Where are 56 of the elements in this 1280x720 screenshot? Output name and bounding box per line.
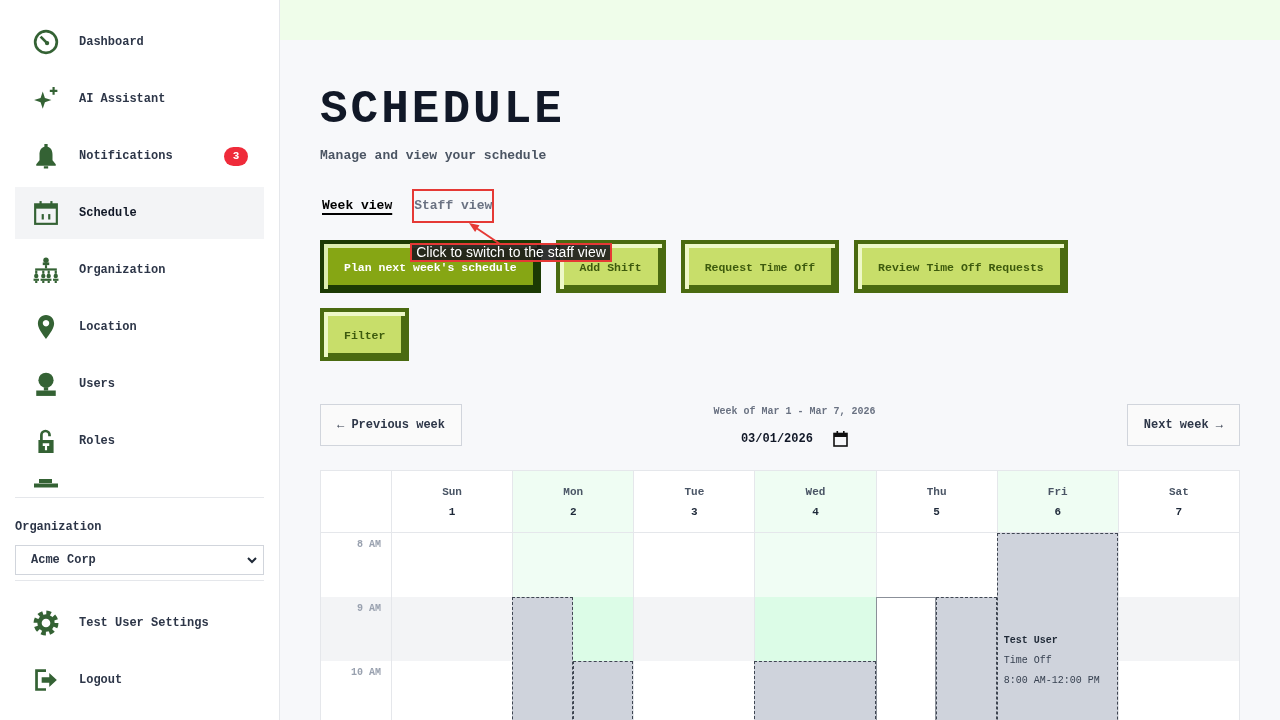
- nav-item[interactable]: Test User Settings: [15, 597, 264, 649]
- calendar-icon: [832, 431, 848, 447]
- logout-icon: [33, 667, 59, 693]
- chevron-down-icon: [247, 556, 257, 564]
- next-week-button[interactable]: Next week →: [1126, 404, 1240, 446]
- previous-week-button[interactable]: ← Previous week: [320, 404, 463, 446]
- day-date: 1: [448, 505, 456, 519]
- day-name: Wed: [805, 485, 826, 499]
- day-name: Sat: [1169, 485, 1189, 499]
- page-title: SCHEDULE: [320, 87, 565, 133]
- day-name: Mon: [563, 485, 584, 499]
- day-date: 6: [1054, 505, 1062, 519]
- view-tab[interactable]: Staff view: [412, 189, 495, 223]
- annotation-arrow: [468, 222, 502, 245]
- day-date: 3: [691, 505, 698, 519]
- event-time: 8:00 AM-12:00 PM: [1003, 674, 1100, 688]
- day-name: Thu: [926, 485, 947, 499]
- action-button[interactable]: Filter: [320, 308, 410, 361]
- nav-item[interactable]: Roles: [15, 415, 264, 467]
- view-tab[interactable]: Week view: [320, 189, 395, 223]
- field-label: Organization: [15, 519, 102, 535]
- week-range: Week of Mar 1 - Mar 7, 2026: [713, 405, 876, 419]
- briefcase-icon: [34, 479, 58, 488]
- org-chart-icon: [33, 257, 59, 283]
- event-type: Time Off: [1003, 654, 1052, 668]
- action-button[interactable]: Review Time Off Requests: [854, 240, 1068, 293]
- nav-item[interactable]: Dashboard: [15, 16, 264, 68]
- time-label: 10 AM: [351, 666, 381, 680]
- gauge-icon: [33, 29, 59, 55]
- date-field[interactable]: 03/01/2026: [740, 429, 848, 449]
- day-name: Tue: [684, 485, 705, 499]
- nav-item[interactable]: Users: [15, 358, 264, 410]
- day-date: 2: [569, 505, 577, 519]
- nav-item[interactable]: Notifications 3: [15, 130, 264, 182]
- calendar-icon: [33, 200, 59, 226]
- time-label: 9 AM: [357, 602, 381, 616]
- action-button[interactable]: Request Time Off: [680, 240, 840, 293]
- employee-name: Test User: [1003, 634, 1058, 648]
- day-name: Fri: [1047, 485, 1068, 499]
- nav-item[interactable]: Logout: [15, 654, 264, 706]
- notification-badge: 3: [224, 146, 248, 166]
- day-date: 7: [1175, 505, 1183, 519]
- page-subtitle: Manage and view your schedule: [320, 147, 547, 165]
- time-off-block[interactable]: Test User Time Off 8:00 AM-12:00 PM: [996, 533, 1118, 720]
- time-label: 8 AM: [357, 538, 381, 552]
- nav-item[interactable]: Organization: [15, 244, 264, 296]
- nav-item[interactable]: Schedule: [15, 187, 264, 239]
- bell-icon: [33, 143, 59, 169]
- settings-icon: [33, 610, 59, 636]
- organization-select[interactable]: Acme Corp: [15, 545, 264, 575]
- nav-item[interactable]: Location: [15, 301, 264, 353]
- nav-item[interactable]: AI Assistant: [15, 73, 264, 125]
- user-icon: [33, 371, 59, 397]
- day-date: 5: [933, 505, 940, 519]
- day-name: Sun: [442, 485, 462, 499]
- day-date: 4: [812, 505, 819, 519]
